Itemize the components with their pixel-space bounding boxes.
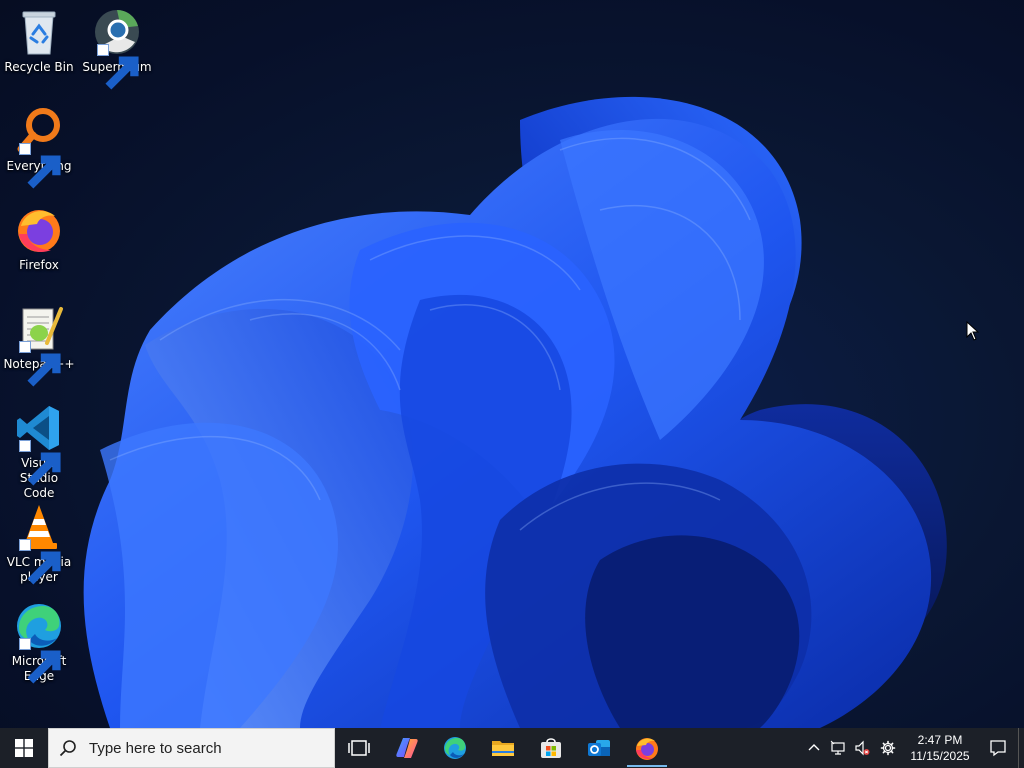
- clock-date: 11/15/2025: [910, 749, 970, 763]
- desktop-icon-everything[interactable]: Everything: [3, 105, 75, 189]
- settings-tray-button[interactable]: [874, 728, 902, 768]
- shortcut-arrow-icon: [19, 539, 61, 585]
- desktop-icon-supermium[interactable]: Supermium: [81, 6, 153, 90]
- desktop[interactable]: Recycle Bin Supermium Everything Firefox…: [0, 0, 1024, 768]
- firefox-icon: [636, 738, 658, 760]
- desktop-icon-firefox[interactable]: Firefox: [3, 204, 75, 273]
- search-icon: [59, 740, 76, 757]
- shortcut-arrow-icon: [19, 143, 61, 189]
- taskbar-file-explorer[interactable]: [479, 728, 527, 768]
- desktop-icon-vscode[interactable]: Visual Studio Code: [3, 402, 75, 501]
- start-button[interactable]: [0, 728, 48, 768]
- taskbar-firefox[interactable]: [623, 728, 671, 768]
- system-tray: 2:47 PM 11/15/2025: [802, 728, 1024, 768]
- show-hidden-icons-button[interactable]: [802, 728, 826, 768]
- recycle-bin-icon: [22, 11, 56, 55]
- chevron-up-icon: [808, 744, 820, 751]
- taskbar-microsoft-store[interactable]: [527, 728, 575, 768]
- network-icon: [830, 740, 845, 755]
- taskbar-copilot[interactable]: [383, 728, 431, 768]
- shortcut-arrow-icon: [19, 341, 61, 387]
- taskbar-edge[interactable]: [431, 728, 479, 768]
- search-input[interactable]: [87, 738, 321, 758]
- clock-time: 2:47 PM: [917, 733, 963, 747]
- windows-logo-icon: [15, 739, 33, 757]
- mouse-cursor-icon: [966, 321, 980, 341]
- show-desktop-button[interactable]: [1018, 728, 1024, 768]
- taskbar-clock[interactable]: 2:47 PM 11/15/2025: [902, 728, 978, 768]
- taskbar-task-view[interactable]: [335, 728, 383, 768]
- wallpaper-bloom: [83, 96, 947, 728]
- desktop-icon-vlc[interactable]: VLC media player: [3, 501, 75, 585]
- desktop-icon-label: Firefox: [19, 258, 59, 272]
- desktop-icon-edge[interactable]: Microsoft Edge: [3, 600, 75, 684]
- microsoft-store-icon: [541, 738, 561, 758]
- gear-icon: [880, 740, 896, 756]
- taskbar: 2:47 PM 11/15/2025: [0, 728, 1024, 768]
- shortcut-arrow-icon: [19, 638, 61, 684]
- copilot-icon: [396, 738, 418, 758]
- firefox-icon: [18, 210, 60, 253]
- taskbar-outlook[interactable]: [575, 728, 623, 768]
- edge-icon: [444, 737, 466, 759]
- volume-button[interactable]: [850, 728, 874, 768]
- shortcut-arrow-icon: [19, 440, 61, 486]
- desktop-icon-recycle-bin[interactable]: Recycle Bin: [3, 6, 75, 75]
- desktop-icon-label: Recycle Bin: [4, 60, 74, 74]
- file-explorer-icon: [492, 741, 514, 756]
- desktop-icon-notepad-plus-plus[interactable]: Notepad++: [3, 303, 75, 387]
- notification-center-button[interactable]: [978, 728, 1018, 768]
- task-view-icon: [348, 740, 370, 756]
- network-status-button[interactable]: [826, 728, 850, 768]
- notification-icon: [990, 740, 1006, 757]
- volume-muted-icon: [855, 740, 870, 756]
- taskbar-search-box[interactable]: [48, 728, 335, 768]
- shortcut-arrow-icon: [97, 44, 139, 90]
- outlook-icon: [588, 740, 610, 756]
